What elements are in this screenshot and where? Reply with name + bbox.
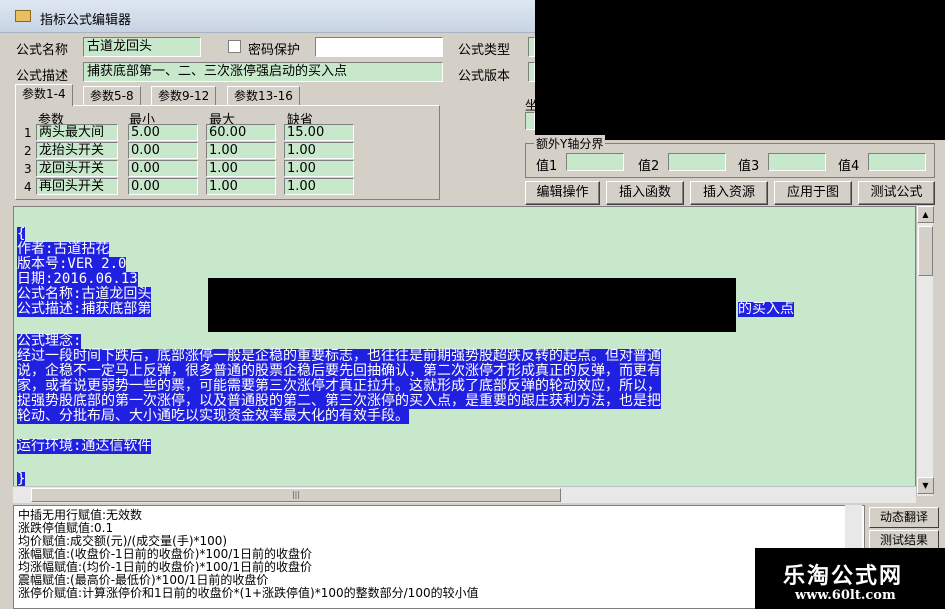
param-default-input[interactable]: 1.00 <box>284 142 354 159</box>
param-min-input[interactable]: 5.00 <box>128 124 198 141</box>
watermark: 乐淘公式网 www.60lt.com <box>755 548 945 609</box>
formula-name-label: 公式名称 <box>16 43 69 58</box>
code-line: 经过一段时间下跌后，底部涨停一般是企稳的重要标志，也往往是前期强势股超跌反转的起… <box>17 348 661 364</box>
axis-value-2-input[interactable] <box>668 153 726 171</box>
param-default-input[interactable]: 1.00 <box>284 178 354 195</box>
message-line: 均价赋值:成交额(元)/(成交量(手)*100) <box>18 534 228 548</box>
code-line: 公式理念: <box>17 333 82 349</box>
axis-value-label: 值1 <box>536 159 558 174</box>
param-default-input[interactable]: 15.00 <box>284 124 354 141</box>
scroll-thumb[interactable]: ||| <box>31 488 561 502</box>
param-name-input[interactable]: 再回头开关 <box>36 178 118 195</box>
code-line: 日期:2016.06.13 <box>17 271 138 287</box>
message-line: 涨停价赋值:计算涨停价和1日前的收盘价*(1+涨跌停值)*100的整数部分/10… <box>18 586 479 600</box>
side-select-fragment[interactable] <box>525 112 535 130</box>
edit-operation-button[interactable]: 编辑操作 <box>525 181 600 205</box>
axis-value-1-input[interactable] <box>566 153 624 171</box>
code-line: 公式描述:捕获底部第 <box>17 301 152 317</box>
axis-value-label: 值3 <box>738 159 760 174</box>
param-row-num: 2 <box>24 144 32 158</box>
tab-params-1-4[interactable]: 参数1-4 <box>15 84 73 106</box>
scroll-up-icon[interactable]: ▲ <box>917 206 934 223</box>
watermark-url: www.60lt.com <box>795 588 896 603</box>
formula-desc-input[interactable]: 捕获底部第一、二、三次涨停强启动的买入点 <box>83 62 443 82</box>
redacted-region <box>535 0 945 140</box>
test-formula-button[interactable]: 测试公式 <box>858 181 935 205</box>
param-max-input[interactable]: 1.00 <box>206 160 276 177</box>
tab-params-13-16[interactable]: 参数13-16 <box>227 86 300 106</box>
dynamic-translate-button[interactable]: 动态翻译 <box>869 507 939 528</box>
code-line: 说，企稳不一定马上反弹，很多普通的股票企稳后要先回抽确认，第二次涨停才形成真正的… <box>17 363 661 379</box>
tab-params-9-12[interactable]: 参数9-12 <box>151 86 217 106</box>
scroll-thumb[interactable] <box>918 226 933 276</box>
password-label: 密码保护 <box>248 43 301 58</box>
password-checkbox[interactable] <box>228 40 241 53</box>
formula-name-input[interactable]: 古道龙回头 <box>83 37 201 57</box>
message-line: 均涨幅赋值:(均价-1日前的收盘价)*100/1日前的收盘价 <box>18 560 312 574</box>
window-title: 指标公式编辑器 <box>40 13 132 28</box>
param-row-num: 1 <box>24 126 32 140</box>
code-line: 运行环境:通达信软件 <box>17 438 152 454</box>
param-row-num: 3 <box>24 162 32 176</box>
formula-version-input[interactable] <box>528 62 535 82</box>
redacted-region <box>208 278 736 332</box>
param-name-input[interactable]: 龙抬头开关 <box>36 142 118 159</box>
axis-value-4-input[interactable] <box>868 153 926 171</box>
param-max-input[interactable]: 1.00 <box>206 142 276 159</box>
scroll-down-icon[interactable]: ▼ <box>917 477 934 494</box>
axis-values-group: 额外Y轴分界 值1 值2 值3 值4 <box>525 135 935 178</box>
param-name-input[interactable]: 龙回头开关 <box>36 160 118 177</box>
param-row-num: 4 <box>24 180 32 194</box>
param-name-input[interactable]: 两头最大间 <box>36 124 118 141</box>
watermark-brand: 乐淘公式网 <box>783 564 904 589</box>
tab-params-5-8[interactable]: 参数5-8 <box>83 86 141 106</box>
code-line: 轮动、分批布局、大小通吃以实现资金效率最大化的有效手段。 <box>17 408 409 424</box>
axis-value-label: 值4 <box>838 159 860 174</box>
password-input[interactable] <box>315 37 443 57</box>
message-line: 涨跌停值赋值:0.1 <box>18 521 114 535</box>
title-bar[interactable]: 指标公式编辑器 <box>0 0 535 33</box>
param-min-input[interactable]: 0.00 <box>128 160 198 177</box>
param-panel: 参数 最小 最大 缺省 1 两头最大间 5.00 60.00 15.00 2 龙… <box>15 105 440 200</box>
code-line: { <box>17 226 26 242</box>
translation-output[interactable]: 中插无用行赋值:无效数 涨跌停值赋值:0.1 均价赋值:成交额(元)/(成交量(… <box>13 505 865 609</box>
code-line-tail: 的买入点 <box>738 301 794 317</box>
code-line: 捉强势股底部的第一次涨停，以及普通股的第二、第三次涨停的买入点，是重要的跟庄获利… <box>17 393 661 409</box>
axis-value-3-input[interactable] <box>768 153 826 171</box>
message-line: 涨幅赋值:(收盘价-1日前的收盘价)*100/1日前的收盘价 <box>18 547 312 561</box>
formula-type-select[interactable] <box>528 37 535 57</box>
formula-editor-window: 指标公式编辑器 公式名称 古道龙回头 密码保护 公式类型 公式描述 捕获底部第一… <box>0 0 945 609</box>
app-icon <box>15 10 31 22</box>
code-line: } <box>17 471 26 487</box>
axis-value-label: 值2 <box>638 159 660 174</box>
code-line: 公式名称:古道龙回头 <box>17 286 152 302</box>
editor-vertical-scrollbar[interactable]: ▲ ▼ <box>916 206 934 496</box>
axis-group-title: 额外Y轴分界 <box>534 135 606 152</box>
param-max-input[interactable]: 60.00 <box>206 124 276 141</box>
param-min-input[interactable]: 0.00 <box>128 142 198 159</box>
message-line: 中插无用行赋值:无效数 <box>18 508 143 522</box>
editor-horizontal-scrollbar[interactable]: ||| <box>13 486 916 503</box>
code-line: 家，或者说更弱势一些的票，可能需要第三次涨停才真正拉升。这就形成了底部反弹的轮动… <box>17 378 661 394</box>
message-line: 震幅赋值:(最高价-最低价)*100/1日前的收盘价 <box>18 573 269 587</box>
code-line: 作者:古道拈花 <box>17 241 110 257</box>
code-line: 版本号:VER 2.0 <box>17 256 127 272</box>
formula-code-editor[interactable]: { 作者:古道拈花 版本号:VER 2.0 日期:2016.06.13 公式名称… <box>13 206 916 496</box>
param-min-input[interactable]: 0.00 <box>128 178 198 195</box>
apply-to-chart-button[interactable]: 应用于图 <box>774 181 852 205</box>
formula-desc-label: 公式描述 <box>16 69 69 84</box>
param-default-input[interactable]: 1.00 <box>284 160 354 177</box>
insert-resource-button[interactable]: 插入资源 <box>690 181 768 205</box>
param-max-input[interactable]: 1.00 <box>206 178 276 195</box>
formula-type-label: 公式类型 <box>458 43 511 58</box>
formula-version-label: 公式版本 <box>458 69 511 84</box>
insert-function-button[interactable]: 插入函数 <box>606 181 684 205</box>
